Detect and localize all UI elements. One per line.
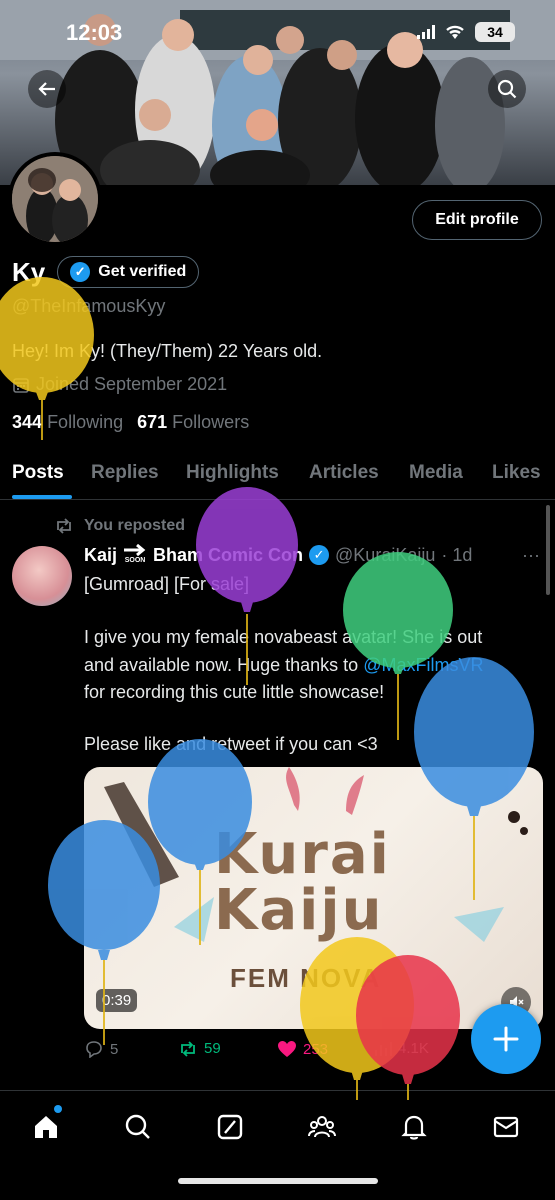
post-text-line: and available now. Huge thanks to @MaxFi… xyxy=(84,655,544,676)
post-author-avatar[interactable] xyxy=(12,546,72,606)
post-text-fragment: and available now. Huge thanks to xyxy=(84,655,364,675)
like-count: 253 xyxy=(303,1040,329,1058)
views-icon xyxy=(375,1041,392,1056)
post-text-line: Please like and retweet if you can <3 xyxy=(84,734,378,754)
status-bar: 12:03 34 xyxy=(0,18,555,48)
compose-plus-icon xyxy=(493,1026,519,1052)
like-icon xyxy=(278,1041,296,1057)
repost-icon xyxy=(57,518,71,534)
back-arrow-icon xyxy=(38,82,55,96)
edit-profile-button[interactable]: Edit profile xyxy=(412,200,542,240)
views-button[interactable]: 4.1K xyxy=(374,1040,429,1057)
video-title-line1: Kurai xyxy=(214,822,391,887)
tab-replies[interactable]: Replies xyxy=(91,462,159,484)
home-indicator xyxy=(178,1178,378,1184)
soon-label: SOON xyxy=(124,557,146,564)
post-actions: 5 59 253 4.1K xyxy=(84,1040,464,1064)
display-name: Ky xyxy=(12,256,46,287)
compose-button[interactable] xyxy=(471,1004,541,1074)
battery-indicator: 34 xyxy=(475,22,515,42)
video-duration: 0:39 xyxy=(96,989,138,1012)
followers-link[interactable]: 671 Followers xyxy=(137,412,249,433)
back-button[interactable] xyxy=(28,70,66,108)
verified-badge-icon: ✓ xyxy=(309,545,330,565)
tab-posts[interactable]: Posts xyxy=(12,462,64,484)
notifications-icon xyxy=(401,1115,427,1140)
arrow-right-icon xyxy=(124,544,146,556)
video-title: Kurai Kaiju xyxy=(214,827,391,939)
search-button[interactable] xyxy=(488,70,526,108)
post-author-name-2[interactable]: Bham Comic Con xyxy=(153,545,303,566)
name-row: Ky ✓ Get verified xyxy=(12,256,200,288)
grok-icon xyxy=(217,1114,243,1140)
mention-link[interactable]: @MaxFilmsVR xyxy=(363,655,483,675)
post-video[interactable]: Kurai Kaiju FEM NOVA 0:39 xyxy=(84,767,543,1029)
get-verified-button[interactable]: ✓ Get verified xyxy=(57,256,200,288)
profile-tabs: Posts Replies Highlights Articles Media … xyxy=(0,452,555,500)
post-author-handle[interactable]: @KuraiKaiju xyxy=(335,545,435,566)
active-tab-indicator xyxy=(12,495,72,499)
nav-grok[interactable] xyxy=(210,1107,250,1147)
calendar-icon xyxy=(13,377,29,393)
post-text-line: I give you my female novabeast avatar! S… xyxy=(84,627,483,647)
joined-text: Joined September 2021 xyxy=(36,374,228,394)
like-button[interactable]: 253 xyxy=(277,1040,328,1058)
nav-notifications[interactable] xyxy=(394,1107,434,1147)
scrollbar[interactable] xyxy=(546,505,550,595)
joined-date: Joined September 2021 xyxy=(12,374,227,395)
profile-avatar[interactable] xyxy=(8,152,102,246)
nav-messages[interactable] xyxy=(486,1107,526,1147)
messages-icon xyxy=(493,1116,519,1138)
cellular-signal-icon xyxy=(417,25,435,39)
followers-count: 671 xyxy=(137,412,168,432)
video-title-line2: Kaiju xyxy=(214,878,384,943)
tab-articles[interactable]: Articles xyxy=(309,462,379,484)
more-icon[interactable]: ··· xyxy=(522,545,540,566)
explore-icon xyxy=(125,1114,150,1139)
following-label: Following xyxy=(47,412,124,432)
post-text-line: for recording this cute little showcase! xyxy=(84,682,385,702)
video-subtitle: FEM NOVA xyxy=(230,963,382,993)
tab-highlights[interactable]: Highlights xyxy=(186,462,279,484)
get-verified-label: Get verified xyxy=(98,263,187,280)
repost-label: You reposted xyxy=(84,517,186,534)
post-text-line: [Gumroad] [For sale] xyxy=(84,574,250,594)
post-time: · 1d xyxy=(441,544,473,565)
repost-count: 59 xyxy=(204,1040,221,1057)
views-count: 4.1K xyxy=(398,1040,429,1057)
nav-home[interactable] xyxy=(26,1105,66,1147)
search-icon xyxy=(497,79,517,99)
user-handle: @TheInfamousKyy xyxy=(12,296,166,316)
following-count: 344 xyxy=(12,412,43,432)
status-time: 12:03 xyxy=(66,20,123,45)
nav-explore[interactable] xyxy=(118,1107,158,1147)
wifi-icon xyxy=(446,25,464,39)
followers-label: Followers xyxy=(172,412,250,432)
home-icon xyxy=(35,1116,57,1138)
nav-communities[interactable] xyxy=(302,1107,342,1147)
home-notification-dot xyxy=(54,1105,62,1113)
profile-banner[interactable]: 12:03 34 xyxy=(0,0,555,185)
repost-indicator: You reposted xyxy=(54,517,185,535)
repost-icon xyxy=(181,1040,195,1057)
follow-stats: 344 Following 671 Followers xyxy=(12,412,249,433)
profile-bio: Hey! Im Ky! (They/Them) 22 Years old. xyxy=(12,341,323,361)
avatar-photo xyxy=(12,156,98,242)
communities-icon xyxy=(308,1116,336,1138)
tab-media[interactable]: Media xyxy=(409,462,463,484)
verified-badge-icon: ✓ xyxy=(70,262,91,282)
status-icons: 34 xyxy=(417,22,515,42)
following-link[interactable]: 344 Following xyxy=(12,412,123,433)
reply-icon xyxy=(86,1041,102,1058)
post-header: Kaij SOON Bham Comic Con ✓ @KuraiKaiju ·… xyxy=(84,544,472,566)
post-author-name[interactable]: Kaij xyxy=(84,545,117,566)
reply-button[interactable]: 5 xyxy=(84,1040,118,1058)
repost-button[interactable]: 59 xyxy=(178,1040,221,1057)
reply-count: 5 xyxy=(110,1040,119,1058)
soon-arrow-emoji: SOON xyxy=(123,544,147,566)
tab-likes[interactable]: Likes xyxy=(492,462,541,484)
